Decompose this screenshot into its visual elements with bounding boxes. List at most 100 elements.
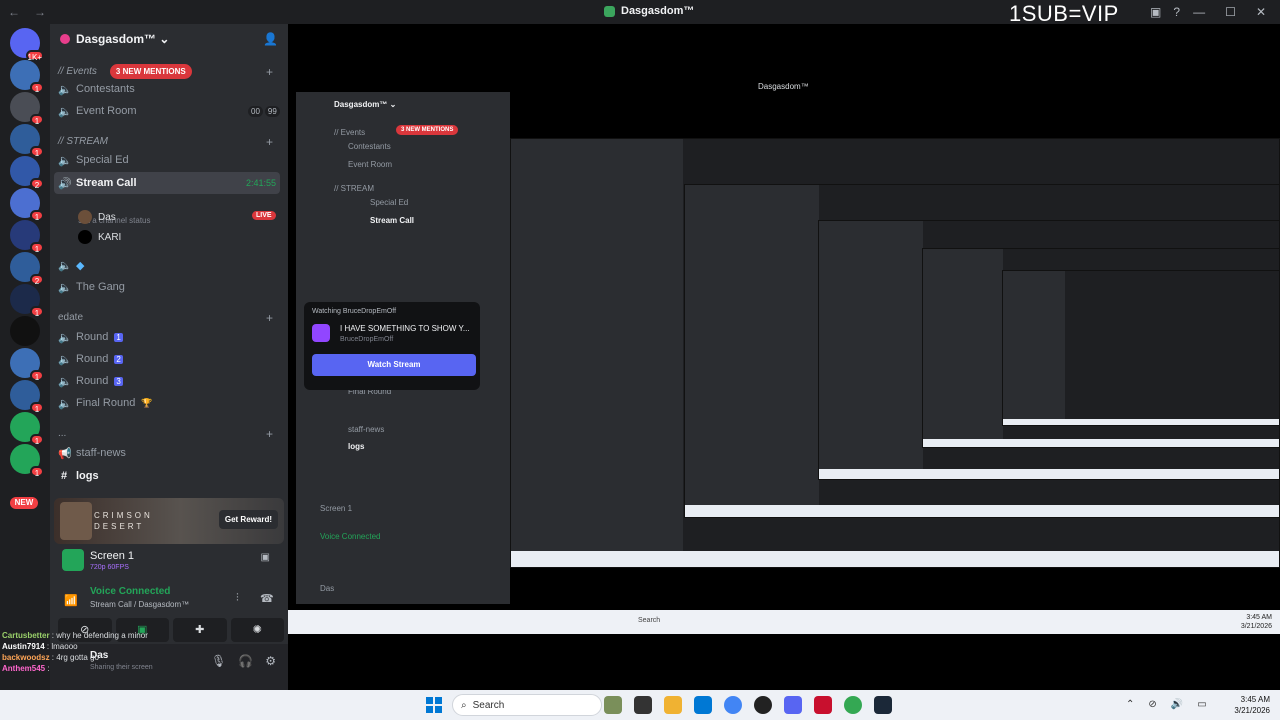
start-button[interactable]: [426, 697, 442, 713]
server-icon[interactable]: [10, 316, 40, 346]
history-nav: ← →: [0, 5, 46, 19]
create-channel-icon[interactable]: +: [266, 65, 273, 79]
home-button[interactable]: 1K+: [10, 28, 44, 62]
server-icon[interactable]: 1: [10, 220, 44, 254]
soundboard-icon[interactable]: ✺: [230, 618, 284, 642]
stream-viewer[interactable]: Dasgasdom™ Dasgasdom™ ⌄ // Events 3 NEW …: [288, 24, 1280, 690]
user-limit-counter: 00 99: [248, 105, 280, 117]
server-icon[interactable]: 1: [10, 444, 44, 478]
server-icon[interactable]: 1: [10, 412, 44, 446]
channel-final-round[interactable]: 🔈 Final Round 🏆: [58, 394, 153, 412]
channel-the-gang[interactable]: 🔈 The Gang: [58, 278, 125, 296]
speaker-icon: 🔈: [58, 154, 72, 167]
maximize-icon[interactable]: ☐: [1225, 5, 1236, 19]
add-member-icon[interactable]: 👤: [263, 32, 278, 46]
watch-stream-button[interactable]: Watch Stream: [312, 354, 476, 376]
system-tray: ⌃ ⊘ 🔊 ▭: [1126, 699, 1207, 710]
chrome-profile-icon[interactable]: [844, 696, 862, 714]
help-icon[interactable]: ?: [1173, 5, 1180, 19]
chevron-up-icon[interactable]: ⌃: [1126, 699, 1134, 710]
store-icon[interactable]: [694, 696, 712, 714]
server-icon[interactable]: 1: [10, 188, 44, 222]
app-icon[interactable]: [754, 696, 772, 714]
server-list: 1K+ 1 1 1 2 1 1 2 1 1 1 1 1 NEW: [0, 24, 50, 690]
server-icon[interactable]: 1: [10, 348, 44, 382]
signal-icon[interactable]: 📶: [64, 594, 78, 607]
channel-special-ed[interactable]: 🔈 Special Ed: [58, 151, 129, 169]
create-channel-icon[interactable]: +: [266, 135, 273, 149]
voice-user-das[interactable]: Das: [78, 210, 116, 224]
channel-round-1[interactable]: 🔈 Round 1: [58, 328, 123, 346]
server-icon[interactable]: 1: [10, 60, 44, 94]
steam-icon[interactable]: [874, 696, 892, 714]
nested-taskbar: [685, 505, 1279, 517]
category-misc[interactable]: ... +: [58, 427, 273, 441]
category-events[interactable]: // Events 3 NEW MENTIONS +: [58, 64, 273, 79]
server-avatar-icon: [60, 34, 70, 44]
close-icon[interactable]: ✕: [1256, 5, 1266, 19]
nested-window-title: Dasgasdom™: [758, 82, 809, 91]
microphone-icon[interactable]: 🎙: [211, 654, 226, 668]
get-reward-button[interactable]: Get Reward!: [218, 510, 278, 529]
channel-stream-call[interactable]: 🔊 Stream Call 2:41:55: [54, 172, 280, 194]
volume-icon[interactable]: 🔊: [1171, 699, 1183, 710]
headphones-icon[interactable]: 🎧: [238, 654, 253, 668]
stream-chat-overlay: Cartusbetter : why he defending a minor …: [2, 630, 202, 674]
avatar: [78, 210, 92, 224]
system-clock[interactable]: 3:45 AM 3/21/2026: [1234, 694, 1270, 716]
minimize-icon[interactable]: —: [1193, 5, 1205, 19]
server-icon[interactable]: 1: [10, 124, 44, 158]
back-arrow-icon[interactable]: ←: [8, 5, 20, 19]
nested-sidebar: [1003, 271, 1065, 425]
game-promo-banner[interactable]: CRIMSON DESERT Get Reward!: [54, 498, 284, 544]
nested-taskbar: [1003, 419, 1279, 425]
new-servers-badge[interactable]: NEW: [10, 497, 38, 509]
create-channel-icon[interactable]: +: [266, 311, 273, 325]
speaker-icon: 🔈: [58, 281, 72, 294]
trophy-icon: 🏆: [141, 397, 153, 408]
stream-preview-popup: Watching BruceDropEmOff I HAVE SOMETHING…: [304, 302, 480, 390]
server-icon[interactable]: 2: [10, 156, 44, 190]
channel-diamond[interactable]: 🔈 ◆: [58, 256, 84, 274]
file-explorer-icon[interactable]: [664, 696, 682, 714]
taskbar-search[interactable]: ⌕ Search: [452, 694, 602, 716]
diamond-icon: ◆: [76, 259, 85, 272]
speaker-icon: 🔊: [58, 177, 72, 190]
battery-icon[interactable]: ▭: [1197, 699, 1206, 710]
noise-suppression-icon[interactable]: ⫶: [236, 592, 239, 605]
chrome-icon[interactable]: [724, 696, 742, 714]
category-edate[interactable]: edate +: [58, 311, 273, 325]
server-icon[interactable]: 2: [10, 252, 44, 286]
stop-share-icon[interactable]: ▣: [261, 552, 270, 563]
create-channel-icon[interactable]: +: [266, 427, 273, 441]
server-icon[interactable]: 1: [10, 284, 44, 318]
settings-gear-icon[interactable]: ⚙: [265, 654, 276, 668]
channel-event-room[interactable]: 🔈 Event Room 00 99: [58, 102, 280, 120]
forward-arrow-icon[interactable]: →: [34, 5, 46, 19]
nested-taskbar: [511, 551, 1279, 567]
server-icon[interactable]: 1: [10, 92, 44, 126]
inbox-icon[interactable]: ▣: [1150, 5, 1161, 19]
channel-round-3[interactable]: 🔈 Round 3: [58, 372, 123, 390]
channel-round-2[interactable]: 🔈 Round 2: [58, 350, 123, 368]
channel-staff-news[interactable]: 📢 staff-news: [58, 444, 126, 462]
server-icon[interactable]: 1: [10, 380, 44, 414]
category-stream[interactable]: // STREAM +: [58, 135, 273, 149]
voice-user-kari[interactable]: KARI: [78, 230, 121, 244]
adobe-icon[interactable]: [814, 696, 832, 714]
nested-sidebar: [685, 185, 819, 517]
disconnect-icon[interactable]: ☎: [260, 592, 274, 605]
discord-icon[interactable]: [784, 696, 802, 714]
new-mentions-badge[interactable]: 3 NEW MENTIONS: [109, 64, 192, 79]
task-view-icon[interactable]: [634, 696, 652, 714]
channel-logs[interactable]: # logs: [58, 467, 99, 485]
title-toolbar: ▣ ?: [1150, 5, 1180, 19]
chat-line: Anthem545 :: [2, 664, 50, 673]
widgets-icon[interactable]: [604, 696, 622, 714]
announcement-icon: 📢: [58, 447, 72, 460]
server-header[interactable]: Dasgasdom™ ⌄ 👤: [50, 24, 288, 54]
channel-contestants[interactable]: 🔈 Contestants: [58, 80, 135, 98]
nested-screen-5: [1002, 270, 1280, 426]
hashtag-icon: #: [60, 470, 68, 482]
wifi-off-icon[interactable]: ⊘: [1148, 699, 1156, 710]
